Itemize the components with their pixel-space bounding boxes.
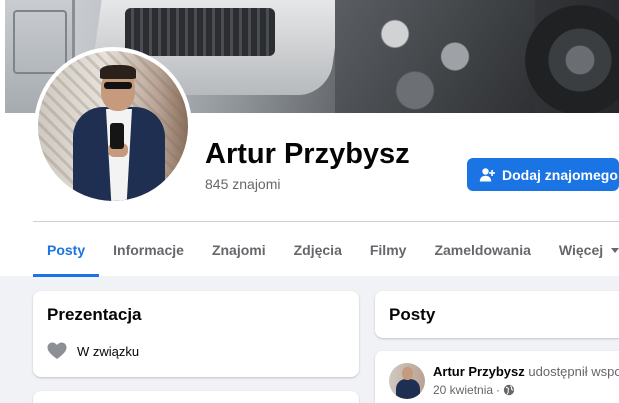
relationship-status: W związku xyxy=(77,343,140,359)
relationship-row: W związku xyxy=(47,342,139,360)
profile-name: Artur Przybysz xyxy=(205,138,410,170)
tab-checkins[interactable]: Zameldowania xyxy=(420,224,544,276)
intro-card: Prezentacja W związku xyxy=(33,291,359,377)
tab-photos-label: Zdjęcia xyxy=(293,242,342,258)
tab-about-label: Informacje xyxy=(113,242,184,258)
tab-friends-label: Znajomi xyxy=(211,242,266,258)
friends-count[interactable]: 845 znajomi xyxy=(205,176,281,192)
intro-title: Prezentacja xyxy=(47,305,142,324)
profile-tabs: Posty Informacje Znajomi Zdjęcia Filmy Z… xyxy=(33,224,619,277)
tab-more-label: Więcej xyxy=(558,242,604,258)
caret-down-icon xyxy=(611,247,619,253)
post-avatar[interactable] xyxy=(389,363,425,399)
details-card xyxy=(33,391,359,403)
add-friend-button[interactable]: Dodaj znajomego xyxy=(467,158,619,191)
globe-icon xyxy=(503,384,515,396)
post-date[interactable]: 20 kwietnia xyxy=(433,383,493,397)
post-header: Artur Przybysz udostępnił wspo xyxy=(433,364,619,379)
post-author[interactable]: Artur Przybysz xyxy=(433,364,525,379)
post-meta-separator: · xyxy=(496,383,501,397)
post-item: Artur Przybysz udostępnił wspo 20 kwietn… xyxy=(375,351,619,403)
posts-header-card: Posty xyxy=(375,291,619,338)
tab-friends[interactable]: Znajomi xyxy=(198,224,280,276)
tab-more[interactable]: Więcej xyxy=(545,224,619,276)
posts-title: Posty xyxy=(389,305,436,324)
tab-videos-label: Filmy xyxy=(369,242,407,258)
tab-photos[interactable]: Zdjęcia xyxy=(280,224,356,276)
profile-picture[interactable] xyxy=(34,47,192,205)
tab-checkins-label: Zameldowania xyxy=(434,242,531,258)
heart-icon xyxy=(47,342,67,359)
add-friend-label: Dodaj znajomego xyxy=(502,166,618,183)
tab-posts-label: Posty xyxy=(47,242,86,258)
tab-posts[interactable]: Posty xyxy=(33,224,100,277)
post-action: udostępnił wspo xyxy=(528,364,619,379)
header-divider xyxy=(33,221,619,222)
person-plus-icon xyxy=(479,167,495,181)
post-meta: 20 kwietnia · xyxy=(433,383,515,397)
tab-videos[interactable]: Filmy xyxy=(356,224,421,276)
profile-header: Artur Przybysz 845 znajomi Dodaj znajome… xyxy=(0,0,619,277)
tab-about[interactable]: Informacje xyxy=(99,224,198,276)
